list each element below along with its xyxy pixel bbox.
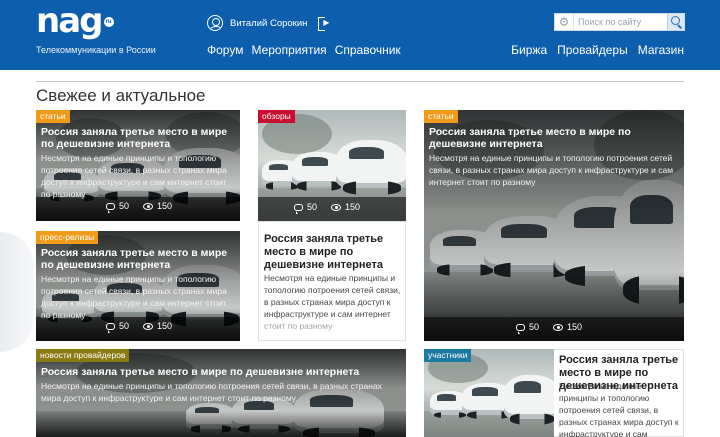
card-stats: 50 150	[516, 316, 582, 338]
news-card[interactable]: пресс-релизы Россия заняла третье место …	[36, 231, 240, 341]
nav-link-forum[interactable]: Форум	[207, 43, 243, 57]
gear-icon[interactable]: ⚙	[555, 14, 573, 30]
card-title[interactable]: Россия заняла третье место в мире по деш…	[41, 126, 237, 150]
section-divider	[36, 81, 684, 82]
search-box: ⚙	[554, 13, 685, 31]
main-nav: Форум Мероприятия Справочник	[207, 43, 401, 57]
category-tag[interactable]: новости провайдеров	[36, 349, 130, 362]
news-card[interactable]: статьи Россия заняла третье место в мире…	[424, 110, 684, 341]
news-card[interactable]: статьи Россия заняла третье место в мире…	[36, 110, 240, 221]
nav-link-shop[interactable]: Магазин	[638, 43, 684, 57]
user-icon[interactable]	[207, 15, 223, 31]
card-excerpt: Несмотря на единые принципы и топологию …	[41, 274, 227, 320]
view-count: 150	[567, 322, 583, 332]
category-tag[interactable]: пресс-релизы	[36, 231, 99, 244]
comment-count: 50	[529, 322, 540, 332]
section-title: Свежее и актуальное	[36, 86, 206, 105]
nav-link-directory[interactable]: Справочник	[335, 43, 401, 57]
card-title[interactable]: Россия заняла третье место в мире по деш…	[41, 247, 237, 271]
news-card-text[interactable]: Россия заняла третье место в мире по деш…	[554, 349, 684, 437]
site-header: nag ru Телекоммуникации в России Виталий…	[0, 0, 720, 70]
eye-icon	[143, 202, 154, 210]
news-card[interactable]: новости провайдеров Россия заняла третье…	[36, 349, 406, 437]
nav-link-exchange[interactable]: Биржа	[511, 43, 547, 57]
background-decoration	[0, 232, 34, 352]
user-name-link[interactable]: Виталий Сорокин	[230, 18, 307, 29]
news-card[interactable]: обзоры 50 150	[258, 110, 406, 221]
card-title[interactable]: Россия заняла третье место в мире по деш…	[264, 233, 402, 272]
nav-link-providers[interactable]: Провайдеры	[557, 43, 628, 57]
card-excerpt: Несмотря на единые принципы и топологию …	[41, 153, 227, 199]
comment-icon	[106, 322, 115, 333]
logo-badge: ru	[103, 17, 114, 27]
search-icon[interactable]	[667, 14, 684, 30]
comment-icon	[516, 323, 525, 334]
secondary-nav: Биржа Провайдеры Магазин	[511, 43, 684, 57]
category-tag[interactable]: статьи	[424, 110, 458, 123]
nav-link-events[interactable]: Мероприятия	[251, 43, 326, 57]
card-stats: 50 150	[106, 195, 172, 217]
view-count: 150	[157, 321, 173, 331]
card-title[interactable]: Россия заняла третье место в мире по деш…	[429, 126, 674, 150]
comment-icon	[106, 202, 115, 213]
logo-text: nag	[36, 1, 103, 41]
category-tag[interactable]: статьи	[36, 110, 70, 123]
card-excerpt: Несмотря на единые принципы и топологию …	[41, 381, 382, 403]
view-count: 150	[345, 202, 361, 212]
news-card[interactable]: участники	[424, 349, 554, 437]
category-tag[interactable]: обзоры	[258, 110, 295, 123]
comment-count: 50	[119, 321, 130, 331]
eye-icon	[553, 323, 564, 331]
user-panel: Виталий Сорокин	[207, 15, 330, 31]
eye-icon	[143, 322, 154, 330]
card-title[interactable]: Россия заняла третье место в мире по деш…	[41, 366, 403, 378]
category-tag[interactable]: участники	[424, 349, 472, 362]
site-logo[interactable]: nag ru	[36, 4, 114, 38]
search-input[interactable]	[573, 14, 667, 30]
logout-icon[interactable]	[318, 15, 330, 31]
view-count: 150	[157, 201, 173, 211]
news-card-text[interactable]: Россия заняла третье место в мире по деш…	[258, 221, 406, 341]
card-image	[424, 349, 554, 437]
card-excerpt: Несмотря на единые принципы и топологию …	[559, 381, 679, 437]
comment-count: 50	[307, 202, 318, 212]
comment-icon	[294, 203, 303, 214]
card-stats: 50 150	[294, 196, 360, 218]
card-stats: 50 150	[106, 315, 172, 337]
card-excerpt: Несмотря на единые принципы и топологию …	[429, 153, 674, 187]
eye-icon	[331, 203, 342, 211]
comment-count: 50	[119, 201, 130, 211]
site-tagline: Телекоммуникации в России	[36, 45, 156, 55]
